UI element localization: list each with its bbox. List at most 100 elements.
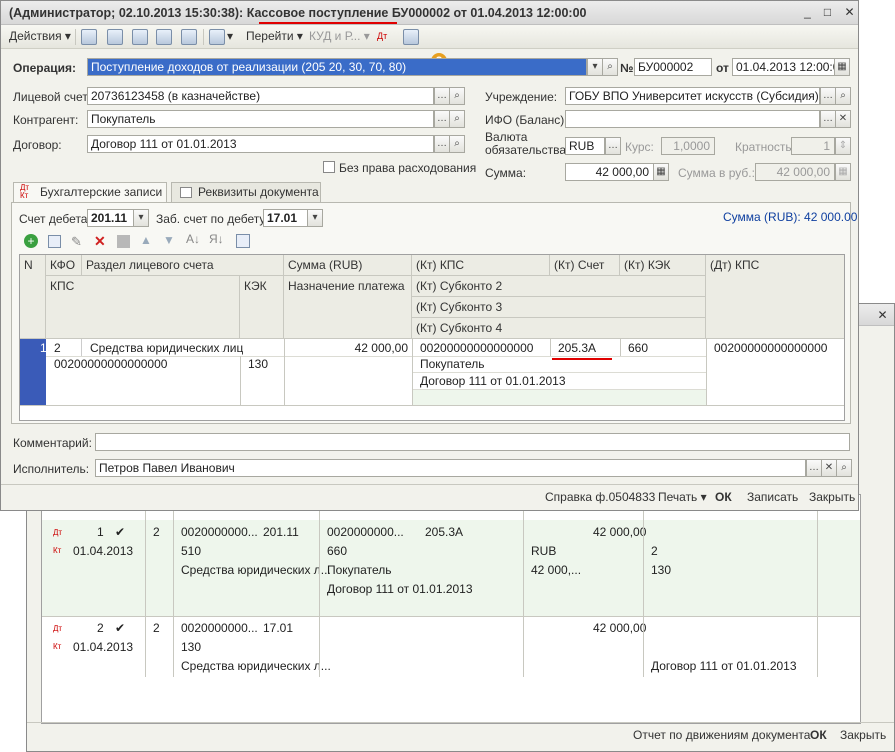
move-down-icon[interactable]: ▼ xyxy=(163,233,175,247)
row-dt-kps[interactable]: 00200000000000000 xyxy=(710,339,827,357)
row-sum[interactable]: 42 000,00 xyxy=(284,339,412,357)
sort-asc-icon[interactable]: A↓ xyxy=(186,232,200,246)
search-icon[interactable]: ⌕ xyxy=(449,87,465,105)
multiplicity-field: 1 xyxy=(791,137,835,155)
dropdown-icon[interactable]: ▾ xyxy=(307,209,323,227)
select-icon[interactable]: … xyxy=(434,110,450,128)
search-icon[interactable]: ⌕ xyxy=(836,459,852,477)
select-icon[interactable]: … xyxy=(605,137,621,155)
kt-account-underline xyxy=(552,358,612,360)
col-header-sum: Сумма (RUB) xyxy=(284,255,412,276)
add-icon[interactable]: + xyxy=(24,234,38,248)
close-button[interactable]: Закрыть xyxy=(809,490,855,504)
actions-menu[interactable]: Действия ▾ xyxy=(9,28,71,45)
close-window-icon[interactable]: ✕ xyxy=(876,309,889,322)
counterparty-field[interactable]: Покупатель xyxy=(87,110,434,128)
tab-accounting-entries[interactable]: Дт Кт Бухгалтерские записи xyxy=(13,182,167,203)
clear-icon[interactable]: ✕ xyxy=(835,110,851,128)
report-icon[interactable] xyxy=(403,29,419,45)
row-col-line xyxy=(550,339,551,356)
account-field[interactable]: 20736123458 (в казначействе) xyxy=(87,87,434,105)
row-kt-kek[interactable]: 660 xyxy=(624,339,648,357)
executor-field[interactable]: Петров Павел Иванович xyxy=(95,459,806,477)
debit-field[interactable]: 201.11 xyxy=(87,209,135,227)
go-icon[interactable] xyxy=(209,29,225,45)
select-icon[interactable]: … xyxy=(806,459,822,477)
minimize-icon[interactable]: _ xyxy=(801,6,814,19)
row-kt-sub2[interactable]: Покупатель xyxy=(416,355,484,373)
delete-icon[interactable]: ✕ xyxy=(94,233,106,250)
back-col-line xyxy=(145,495,146,677)
search-icon[interactable]: ⌕ xyxy=(449,135,465,153)
ifo-field[interactable] xyxy=(565,110,820,128)
clear-icon[interactable]: ✕ xyxy=(821,459,837,477)
post-icon[interactable] xyxy=(81,29,97,45)
col-header-kps: КПС xyxy=(46,276,240,339)
row-kps[interactable]: 00200000000000000 xyxy=(50,355,167,373)
operation-field[interactable]: Поступление доходов от реализации (205 2… xyxy=(87,58,587,76)
sort-desc-icon[interactable]: Я↓ xyxy=(209,232,224,246)
sum-field[interactable]: 42 000,00 xyxy=(565,163,654,181)
maximize-icon[interactable]: □ xyxy=(821,6,834,19)
col-header-kfo: КФО xyxy=(46,255,82,276)
off-balance-debit-label: Заб. счет по дебету: xyxy=(156,212,269,226)
copy-row-icon[interactable] xyxy=(48,235,61,248)
reference-button[interactable]: Справка ф.0504833 xyxy=(545,490,655,504)
institution-field[interactable]: ГОБУ ВПО Университет искусств (Субсидия) xyxy=(565,87,820,105)
row-kek[interactable]: 130 xyxy=(244,355,268,373)
contract-field[interactable]: Договор 111 от 01.01.2013 xyxy=(87,135,434,153)
edit-row-icon[interactable]: ✎ xyxy=(71,234,82,250)
calendar-icon[interactable]: ▦ xyxy=(834,58,850,76)
row-kt-sub3[interactable]: Договор 111 от 01.01.2013 xyxy=(416,372,566,390)
search-icon[interactable]: ⌕ xyxy=(835,87,851,105)
back-close-button[interactable]: Закрыть xyxy=(840,728,886,742)
sum-rub-field: 42 000,00 xyxy=(755,163,835,181)
back-dt-acc: 201.11 xyxy=(263,525,299,539)
back-kt-kps: 0020000000... xyxy=(327,525,404,539)
select-icon[interactable]: … xyxy=(820,87,836,105)
tab-document-details[interactable]: Реквизиты документа xyxy=(171,182,321,202)
select-icon[interactable]: … xyxy=(820,110,836,128)
back-row-divider xyxy=(42,616,860,617)
back-ok-button[interactable]: ОК xyxy=(810,728,827,742)
settings-icon[interactable] xyxy=(236,234,250,248)
search-icon[interactable]: ⌕ xyxy=(602,58,618,76)
ok-button[interactable]: ОК xyxy=(715,490,732,504)
dropdown-icon[interactable]: ▾ xyxy=(133,209,149,227)
copy-icon[interactable] xyxy=(132,29,148,45)
goto-menu[interactable]: Перейти ▾ xyxy=(246,28,303,45)
back-kt-sub1: Покупатель xyxy=(327,563,392,577)
stepper-icon: ⇕ xyxy=(835,137,851,155)
row-kt-account[interactable]: 205.3А xyxy=(554,339,596,357)
select-icon[interactable]: … xyxy=(434,135,450,153)
structure-icon[interactable] xyxy=(181,29,197,45)
calculator-icon[interactable]: ▦ xyxy=(653,163,669,181)
refresh-icon[interactable] xyxy=(107,29,123,45)
dt-kt-button[interactable]: Дт xyxy=(377,28,387,45)
close-icon[interactable]: ✕ xyxy=(843,6,856,19)
date-field[interactable]: 01.04.2013 12:00:00 xyxy=(732,58,835,76)
dropdown-icon[interactable]: ▾ xyxy=(587,58,603,76)
no-rights-label: Без права расходования xyxy=(339,161,477,175)
back-c1: 2 xyxy=(651,544,658,558)
col-header-kt-sub4: (Кт) Субконто 4 xyxy=(412,318,706,339)
search-icon[interactable]: ⌕ xyxy=(449,110,465,128)
no-rights-checkbox[interactable] xyxy=(323,161,335,173)
print-menu[interactable]: Печать ▾ xyxy=(658,490,707,504)
movements-report-button[interactable]: Отчет по движениям документа xyxy=(633,728,810,742)
number-field[interactable]: БУ000002 xyxy=(634,58,712,76)
rate-field: 1,0000 xyxy=(661,137,715,155)
title-rest: БУ000002 от 01.04.2013 12:00:00 xyxy=(391,6,587,20)
comment-field[interactable] xyxy=(95,433,850,451)
select-icon[interactable]: … xyxy=(434,87,450,105)
back-footer-divider xyxy=(27,722,894,723)
save-button[interactable]: Записать xyxy=(747,490,798,504)
col-header-kt-account: (Кт) Счет xyxy=(550,255,620,276)
account-label: Лицевой счет: xyxy=(13,90,92,104)
dropdown-arrow-icon[interactable]: ▾ xyxy=(227,28,233,45)
off-balance-debit-field[interactable]: 17.01 xyxy=(263,209,309,227)
operation-label: Операция: xyxy=(13,61,77,75)
currency-field[interactable]: RUB xyxy=(565,137,605,155)
edit-icon[interactable] xyxy=(156,29,172,45)
move-up-icon[interactable]: ▲ xyxy=(140,233,152,247)
